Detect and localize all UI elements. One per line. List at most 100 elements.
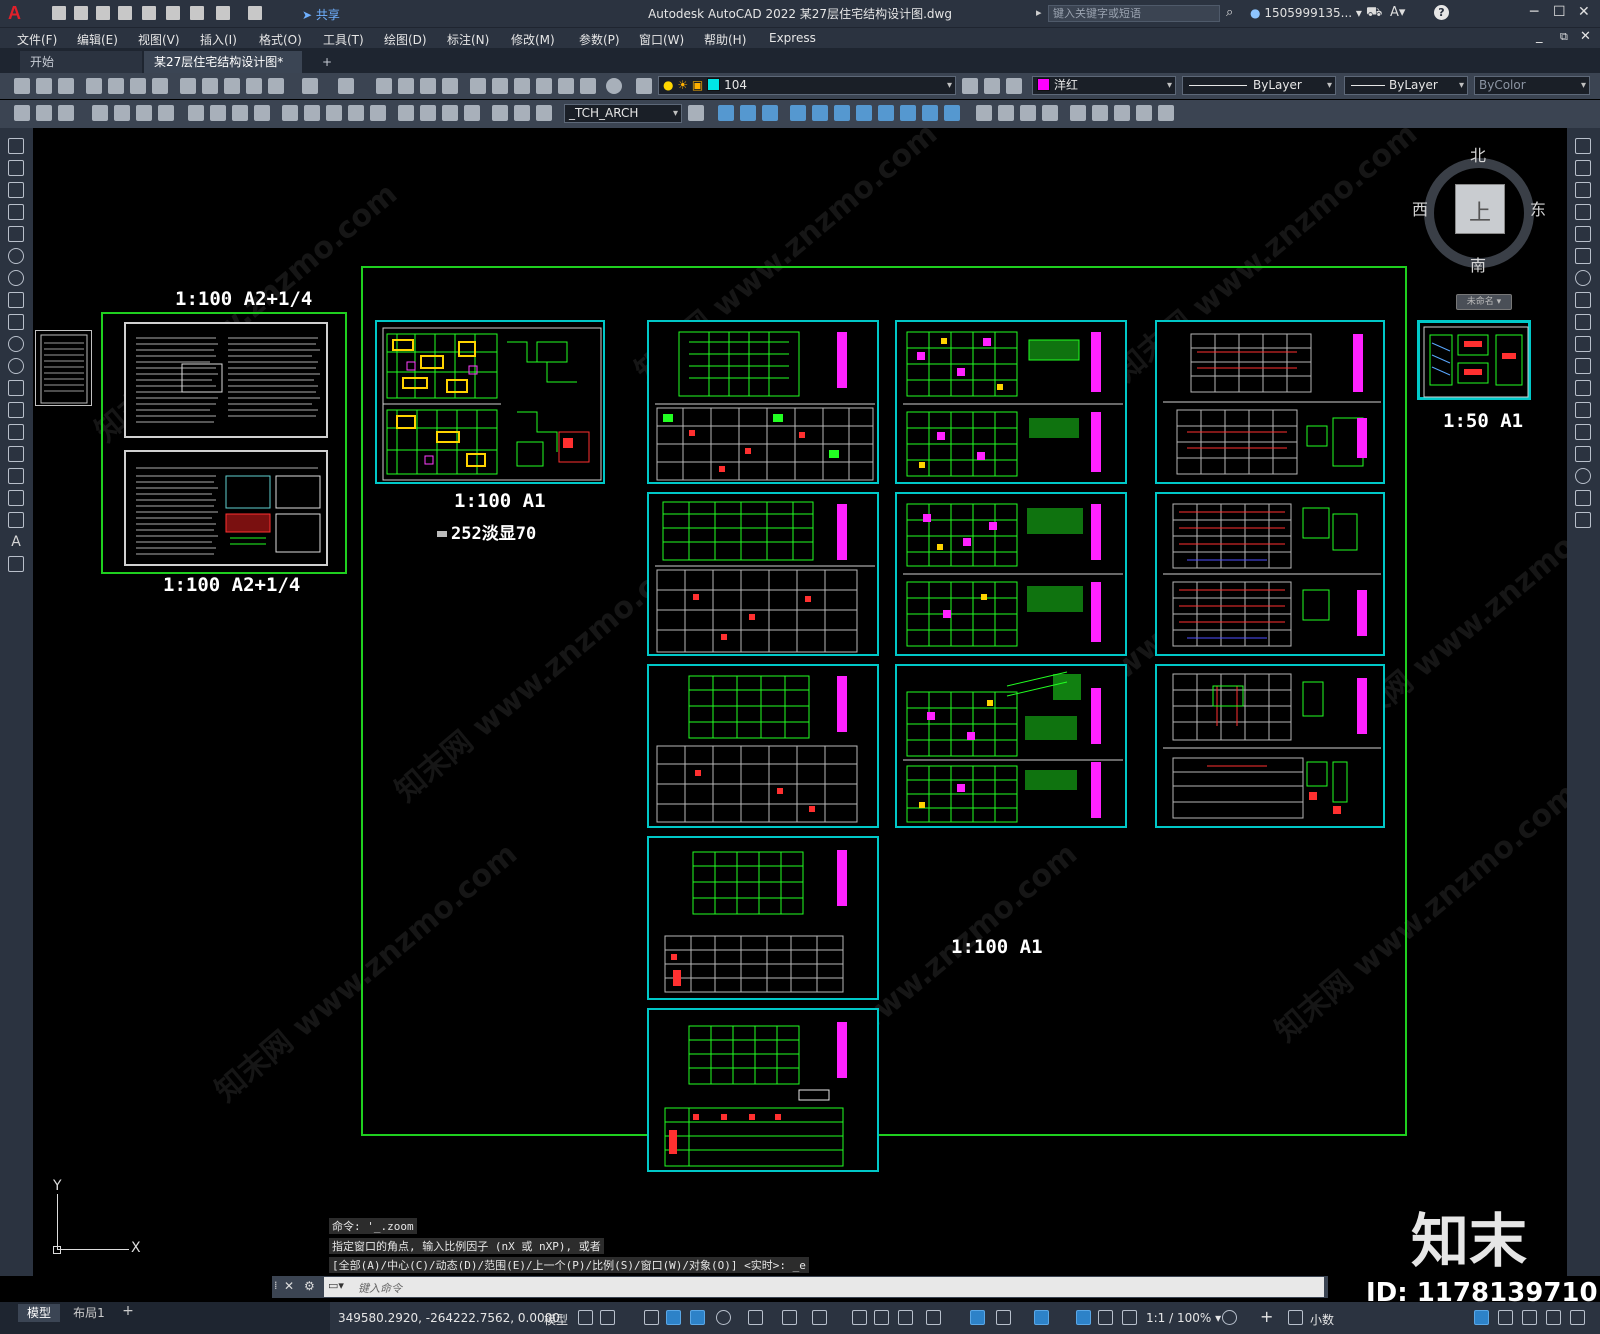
maximize-button[interactable]: ☐ bbox=[1553, 4, 1566, 20]
save-icon[interactable] bbox=[58, 78, 74, 94]
undo-icon[interactable] bbox=[302, 78, 318, 94]
cylinder-icon[interactable] bbox=[762, 105, 778, 121]
lightbulb-icon[interactable]: ● bbox=[663, 78, 673, 92]
units-icon[interactable] bbox=[1288, 1310, 1303, 1325]
box-icon[interactable] bbox=[718, 105, 734, 121]
break-dim-icon[interactable] bbox=[370, 105, 386, 121]
construction-line-icon[interactable] bbox=[8, 160, 24, 176]
gradient-icon[interactable] bbox=[8, 468, 24, 484]
doc-restore-button[interactable]: ⧉ bbox=[1560, 30, 1568, 44]
chevron-right-icon[interactable]: ▸ bbox=[1036, 6, 1042, 19]
tab-start[interactable]: 开始 bbox=[20, 51, 142, 73]
insert-block-icon[interactable] bbox=[8, 380, 24, 396]
wedge-icon[interactable] bbox=[790, 105, 806, 121]
isolate-objects-icon[interactable] bbox=[1474, 1310, 1489, 1325]
menu-format[interactable]: 格式(O) bbox=[259, 31, 302, 48]
fillet-edge-icon[interactable] bbox=[1092, 105, 1108, 121]
cut-icon[interactable] bbox=[180, 78, 196, 94]
ellipse-arc-icon[interactable] bbox=[8, 358, 24, 374]
minimize-button[interactable]: ─ bbox=[1530, 4, 1538, 20]
menu-file[interactable]: 文件(F) bbox=[17, 31, 57, 48]
lineweight-dropdown[interactable]: ByLayer ▾ bbox=[1344, 76, 1468, 95]
legend-sheet[interactable] bbox=[35, 330, 92, 406]
customization-icon[interactable] bbox=[1546, 1310, 1561, 1325]
doc-minimize-button[interactable]: _ bbox=[1536, 29, 1543, 44]
plot-icon[interactable] bbox=[86, 78, 102, 94]
add-selected-icon[interactable] bbox=[8, 556, 24, 572]
extend-icon[interactable] bbox=[1575, 358, 1591, 374]
transparency-icon[interactable] bbox=[874, 1310, 889, 1325]
thicken-icon[interactable] bbox=[1158, 105, 1174, 121]
presspull-icon[interactable] bbox=[944, 105, 960, 121]
beam-plan-sheet-1[interactable] bbox=[895, 320, 1127, 484]
zoom-previous-icon[interactable] bbox=[442, 78, 458, 94]
sun-icon[interactable]: ☀ bbox=[677, 78, 688, 92]
menu-draw[interactable]: 绘图(D) bbox=[384, 31, 427, 48]
line-icon[interactable] bbox=[8, 138, 24, 154]
linetype-dropdown[interactable]: ByLayer ▾ bbox=[1182, 76, 1336, 95]
tab-drawing[interactable]: 某27层住宅结构设计图* ✕ bbox=[144, 51, 302, 91]
torus-icon[interactable] bbox=[834, 105, 850, 121]
zoom-realtime-icon[interactable] bbox=[398, 78, 414, 94]
tool-icon[interactable] bbox=[58, 105, 74, 121]
snap-icon[interactable] bbox=[600, 1310, 615, 1325]
tab-model[interactable]: 模型 bbox=[18, 1304, 60, 1322]
hatch-icon[interactable] bbox=[8, 446, 24, 462]
search-icon[interactable]: ⌕ bbox=[1226, 5, 1233, 20]
new-layout-button[interactable]: + bbox=[118, 1303, 138, 1321]
autodesk-app-icon[interactable]: A▾ bbox=[1390, 5, 1405, 20]
user-account[interactable]: ● 1505999135... ▾ bbox=[1250, 6, 1362, 20]
redo-icon[interactable] bbox=[338, 78, 354, 94]
linear-dim-icon[interactable] bbox=[92, 105, 108, 121]
command-prompt-icon[interactable]: ▭▾ bbox=[328, 1279, 344, 1292]
lineweight-icon[interactable] bbox=[852, 1310, 867, 1325]
lock-icon[interactable]: ▣ bbox=[692, 78, 703, 92]
dim-style-icon[interactable] bbox=[688, 105, 704, 121]
new-tab-button[interactable]: + bbox=[312, 51, 340, 73]
column-plan-sheet-1[interactable] bbox=[647, 320, 879, 484]
model-space-toggle[interactable]: 模型 bbox=[544, 1311, 568, 1328]
grip-icon[interactable]: ⁞ bbox=[274, 1279, 278, 1292]
detail-sheet[interactable] bbox=[1417, 320, 1531, 400]
ortho-icon[interactable] bbox=[690, 1310, 705, 1325]
polygon-icon[interactable] bbox=[8, 204, 24, 220]
column-plan-sheet-3[interactable] bbox=[647, 664, 879, 828]
hardware-acceleration-icon[interactable] bbox=[1498, 1310, 1513, 1325]
menu-express[interactable]: Express bbox=[769, 31, 816, 45]
column-plan-sheet-4[interactable] bbox=[647, 836, 879, 1000]
radius-dim-icon[interactable] bbox=[188, 105, 204, 121]
erase-icon[interactable] bbox=[1575, 138, 1591, 154]
calculator-icon[interactable] bbox=[580, 78, 596, 94]
center-mark-icon[interactable] bbox=[420, 105, 436, 121]
qnew-icon[interactable] bbox=[14, 78, 30, 94]
object-snap-tracking-icon[interactable] bbox=[782, 1310, 797, 1325]
mirror-icon[interactable] bbox=[1575, 182, 1591, 198]
design-center-icon[interactable] bbox=[492, 78, 508, 94]
shell-icon[interactable] bbox=[1070, 105, 1086, 121]
tool-palettes-icon[interactable] bbox=[514, 78, 530, 94]
menu-parametric[interactable]: 参数(P) bbox=[579, 31, 620, 48]
arc-length-icon[interactable] bbox=[136, 105, 152, 121]
dynamic-input-icon[interactable] bbox=[666, 1310, 681, 1325]
doc-close-button[interactable]: ✕ bbox=[1580, 29, 1591, 44]
annotation-visibility-icon[interactable] bbox=[1076, 1310, 1091, 1325]
pan-icon[interactable] bbox=[376, 78, 392, 94]
command-input[interactable]: ▭▾ 键入命令 bbox=[324, 1277, 1324, 1297]
publish-icon[interactable] bbox=[130, 78, 146, 94]
angular-dim-icon[interactable] bbox=[254, 105, 270, 121]
dim-update-icon[interactable] bbox=[536, 105, 552, 121]
properties-icon[interactable] bbox=[470, 78, 486, 94]
baseline-dim-icon[interactable] bbox=[304, 105, 320, 121]
dimension-icon[interactable] bbox=[14, 105, 30, 121]
tab-layout1[interactable]: 布局1 bbox=[66, 1304, 112, 1322]
scale-icon[interactable] bbox=[1575, 292, 1591, 308]
loft-icon[interactable] bbox=[922, 105, 938, 121]
slab-plan-sheet-2[interactable] bbox=[1155, 492, 1385, 656]
explode-icon[interactable] bbox=[1575, 512, 1591, 528]
3d-print-icon[interactable] bbox=[152, 78, 168, 94]
annotation-scale-dropdown[interactable]: 1:1 / 100% ▾ bbox=[1146, 1311, 1221, 1325]
sphere-icon[interactable] bbox=[740, 105, 756, 121]
viewcube[interactable]: 上 北 南 东 西 未命名 ▾ bbox=[1402, 140, 1552, 310]
revolve-icon[interactable] bbox=[878, 105, 894, 121]
copy-icon[interactable] bbox=[202, 78, 218, 94]
